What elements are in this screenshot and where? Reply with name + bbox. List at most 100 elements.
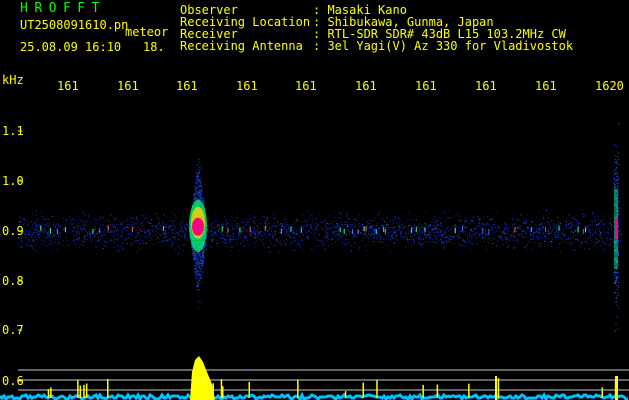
noise-dot — [327, 215, 329, 217]
echo-dot — [616, 301, 618, 302]
noise-dot — [391, 237, 393, 239]
noise-dot — [244, 236, 246, 238]
noise-dot — [302, 240, 304, 241]
x-tick-label: 161 — [535, 80, 557, 92]
noise-dot — [219, 227, 220, 229]
noise-dot — [26, 242, 28, 244]
noise-dot — [62, 217, 64, 219]
noise-dot — [296, 234, 298, 236]
noise-dot — [488, 237, 490, 239]
noise-dot — [306, 232, 308, 233]
echo-dot — [617, 282, 619, 284]
noise-dot — [391, 231, 393, 233]
echo-dot — [613, 272, 615, 274]
echo-dot — [203, 202, 204, 204]
noise-dot — [441, 234, 443, 236]
noise-dot — [470, 220, 472, 222]
noise-dot — [36, 228, 38, 230]
noise-dot — [465, 217, 467, 219]
noise-dot — [57, 226, 59, 228]
noise-dot — [565, 240, 567, 242]
noise-dot — [596, 248, 598, 250]
noise-dot — [435, 241, 437, 243]
noise-dot — [596, 239, 598, 240]
noise-dot — [221, 232, 223, 234]
noise-dot — [35, 226, 37, 228]
noise-dot — [245, 218, 247, 220]
noise-dot — [177, 232, 179, 234]
echo-dot — [197, 163, 199, 165]
noise-dot — [368, 230, 370, 232]
noise-dot — [121, 231, 123, 233]
noise-dot — [253, 233, 255, 235]
echo-dot — [200, 268, 202, 270]
noise-dot — [325, 230, 327, 232]
echo-dot — [616, 167, 618, 169]
noise-dot — [97, 236, 99, 238]
noise-dot — [208, 231, 210, 233]
noise-dot — [226, 235, 228, 237]
noise-dot — [318, 215, 319, 217]
echo-dot — [618, 200, 620, 202]
noise-dot — [71, 218, 73, 220]
echo-dot — [198, 191, 200, 193]
noise-dot — [178, 233, 180, 235]
noise-dot — [479, 222, 480, 224]
noise-dot — [254, 245, 256, 247]
noise-dot — [120, 246, 122, 248]
noise-dot — [322, 242, 324, 244]
noise-dot — [237, 232, 239, 234]
noise-dot — [24, 224, 26, 226]
noise-dot — [33, 221, 34, 223]
noise-dot — [555, 238, 557, 240]
echo-dot — [616, 185, 618, 187]
noise-dot — [367, 227, 369, 229]
noise-dot — [38, 224, 39, 226]
noise-dot — [563, 228, 565, 230]
noise-dot — [76, 238, 78, 240]
noise-dot — [126, 226, 128, 227]
noise-dot — [599, 221, 601, 223]
noise-dot — [161, 245, 162, 247]
noise-dot — [69, 228, 71, 230]
noise-dot — [464, 234, 466, 235]
noise-dot — [428, 233, 430, 235]
noise-dot — [90, 220, 92, 222]
noise-dot — [313, 249, 315, 251]
noise-dot — [267, 218, 268, 220]
noise-dot — [353, 222, 355, 224]
noise-dot — [356, 217, 358, 219]
noise-dot — [610, 244, 611, 246]
noise-dot — [387, 224, 389, 226]
noise-dot — [244, 234, 246, 236]
spike — [344, 391, 347, 398]
noise-dot — [473, 235, 475, 237]
noise-dot — [155, 239, 156, 241]
noise-dot — [594, 232, 596, 234]
noise-dot — [491, 229, 493, 231]
noise-dot — [226, 234, 228, 236]
noise-dot — [504, 232, 505, 234]
noise-dot — [171, 229, 173, 230]
noise-dot — [592, 233, 593, 235]
noise-dot — [587, 227, 589, 229]
noise-dot — [65, 219, 67, 221]
noise-dot — [573, 235, 575, 237]
noise-dot — [506, 237, 508, 239]
noise-dot — [483, 240, 485, 242]
noise-dot — [550, 225, 551, 227]
noise-dot — [445, 236, 447, 238]
noise-dot — [183, 223, 185, 225]
noise-dot — [535, 232, 537, 234]
noise-dot — [23, 222, 25, 224]
noise-dot — [85, 235, 87, 237]
noise-dot — [371, 233, 373, 235]
noise-dot — [100, 231, 102, 233]
noise-dot — [451, 237, 453, 239]
noise-dot — [133, 217, 135, 219]
noise-dot — [290, 241, 292, 243]
noise-dot — [413, 227, 415, 229]
noise-dot — [229, 243, 231, 245]
noise-dot — [499, 235, 501, 237]
echo-dot — [206, 230, 208, 232]
